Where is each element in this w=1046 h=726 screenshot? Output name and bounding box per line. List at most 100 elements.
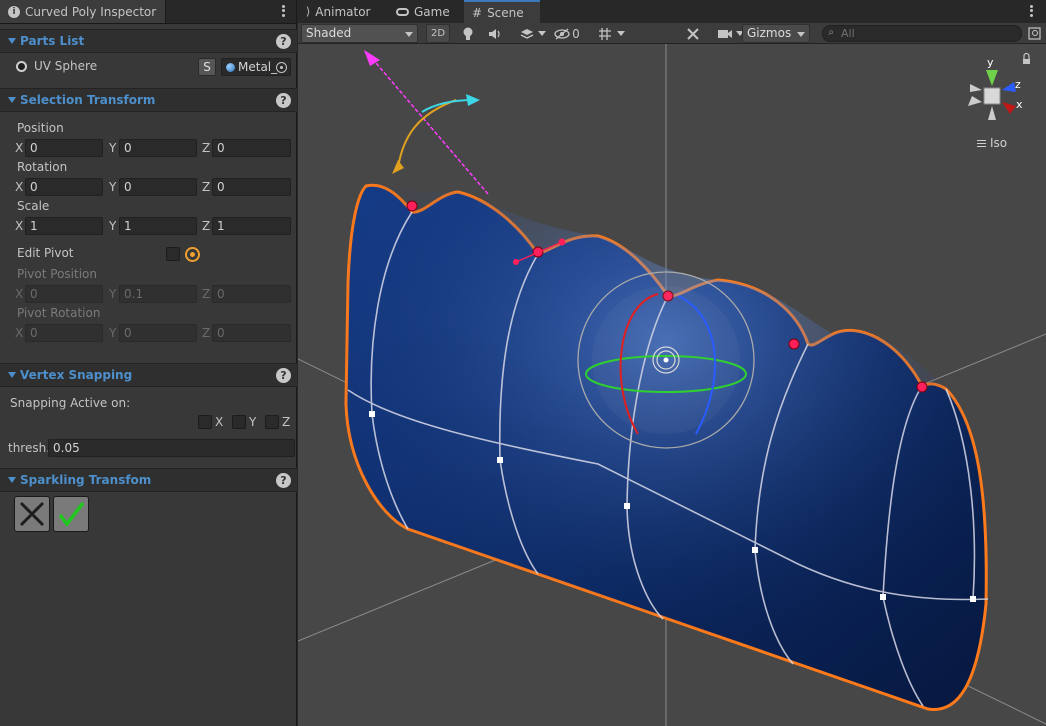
tools-button[interactable] [683,24,703,43]
gizmos-dropdown[interactable]: Gizmos [742,24,810,43]
part-item-label: UV Sphere [34,59,98,73]
hidden-objects-toggle[interactable]: 0 [552,24,582,43]
direction-arrow-icon[interactable] [364,50,380,66]
help-icon[interactable]: ? [276,368,291,383]
lighting-toggle-button[interactable] [458,24,478,43]
axis-y-label: Y [109,180,117,194]
apply-button[interactable] [53,496,89,532]
edit-pivot-label: Edit Pivot [17,246,74,260]
grid-snap-dropdown[interactable] [587,24,625,43]
axis-y-label: Y [109,219,117,233]
cancel-button[interactable] [14,496,50,532]
gizmo-y-cone[interactable] [986,70,998,86]
camera-dropdown[interactable] [708,24,744,43]
position-y-field[interactable]: 0 [119,139,197,157]
search-options-icon [1027,27,1041,40]
scene-canvas[interactable]: y z x [298,44,1046,726]
sparkling-transform-header[interactable]: Sparkling Transfom ? [0,468,297,492]
help-icon[interactable]: ? [276,93,291,108]
object-picker-icon[interactable] [276,62,287,73]
2d-toggle-button[interactable]: 2D [426,24,450,43]
pivot-rotation-y-field: 0 [119,324,197,342]
foldout-arrow-icon [8,97,16,103]
rotation-x-field[interactable]: 0 [25,178,103,196]
pivot-rotation-label: Pivot Rotation [17,306,101,320]
snap-x-checkbox[interactable] [198,415,212,429]
tab-scene[interactable]: # Scene [464,0,540,23]
search-options-button[interactable] [1026,24,1042,43]
snap-z-label: Z [282,415,291,429]
snap-y-checkbox[interactable] [232,415,246,429]
axis-y-label: Y [109,326,117,340]
tangent-handle-end[interactable] [558,238,566,246]
help-icon[interactable]: ? [276,34,291,49]
s-button[interactable]: S [198,58,216,76]
vertex-snapping-header[interactable]: Vertex Snapping ? [0,363,297,387]
tab-label: Game [414,4,450,19]
thresh-label: thresh. [8,441,51,455]
parts-list-header[interactable]: Parts List ? [0,29,297,53]
pivot-position-z-field: 0 [212,285,291,303]
snap-z-checkbox[interactable] [265,415,279,429]
thresh-field[interactable]: 0.05 [48,439,295,457]
gamepad-icon [396,7,409,16]
axis-x-label: X [15,180,24,194]
tangent-handle-start[interactable] [513,259,519,265]
arc-arrow-icon [466,94,480,106]
position-z-field[interactable]: 0 [212,139,291,157]
camera-icon [718,29,732,38]
selection-transform-header[interactable]: Selection Transform ? [0,88,297,112]
axis-y-label: Y [109,141,117,155]
menu-icon [977,139,986,147]
rotation-arc-cyan[interactable] [421,99,475,113]
effects-dropdown[interactable] [510,24,546,43]
grid-icon: # [472,5,483,20]
rotation-y-field[interactable]: 0 [119,178,197,196]
axis-z-label: Z [202,141,211,155]
shading-mode-dropdown[interactable]: Shaded [301,24,418,43]
gizmo-x-cone[interactable] [1002,102,1016,114]
orientation-gizmo[interactable]: y z x [968,56,1023,120]
lock-icon[interactable] [1023,52,1030,65]
material-field[interactable]: Metal_ [221,58,291,76]
gizmo-z-label: z [1015,78,1021,91]
tab-curved-poly-inspector[interactable]: i Curved Poly Inspector [0,0,166,23]
tab-label: Animator [315,4,371,19]
tab-animator[interactable]: ⟩ Animator [298,0,388,23]
view-label: Iso [990,136,1008,150]
section-title: Selection Transform [20,93,156,107]
tab-game[interactable]: Game [388,0,464,23]
axis-z-label: Z [202,219,211,233]
pivot-target-icon[interactable] [185,247,200,262]
edit-pivot-checkbox[interactable] [166,247,180,261]
axis-x-label: X [15,141,24,155]
more-options-icon[interactable] [1026,4,1036,18]
scale-x-field[interactable]: 1 [25,217,103,235]
section-title: Vertex Snapping [20,368,133,382]
more-options-icon[interactable] [278,4,288,18]
scale-z-field[interactable]: 1 [212,217,291,235]
material-name: Metal_ [238,60,278,74]
section-title: Parts List [20,34,85,48]
part-radio-button[interactable] [16,61,27,72]
scale-y-field[interactable]: 1 [119,217,197,235]
arc-arrow-icon [392,160,404,174]
chevron-down-icon [617,31,625,36]
audio-toggle-button[interactable] [485,24,505,43]
rotation-z-field[interactable]: 0 [212,178,291,196]
gizmo-z-cone[interactable] [1002,82,1016,92]
layers-icon [520,28,534,39]
position-x-field[interactable]: 0 [25,139,103,157]
help-icon[interactable]: ? [276,473,291,488]
animator-icon: ⟩ [306,5,311,18]
gizmos-label: Gizmos [747,26,792,40]
scene-viewport[interactable]: y z x Iso [298,44,1046,726]
view-projection-toggle[interactable]: Iso [977,136,1007,150]
pivot-position-y-field: 0.1 [119,285,197,303]
axis-z-label: Z [202,326,211,340]
chevron-down-icon [538,31,546,36]
snap-y-label: Y [249,415,257,429]
gizmo-y-label: y [987,56,994,69]
hidden-count: 0 [572,26,580,41]
scene-search-input[interactable]: All [822,25,1022,42]
